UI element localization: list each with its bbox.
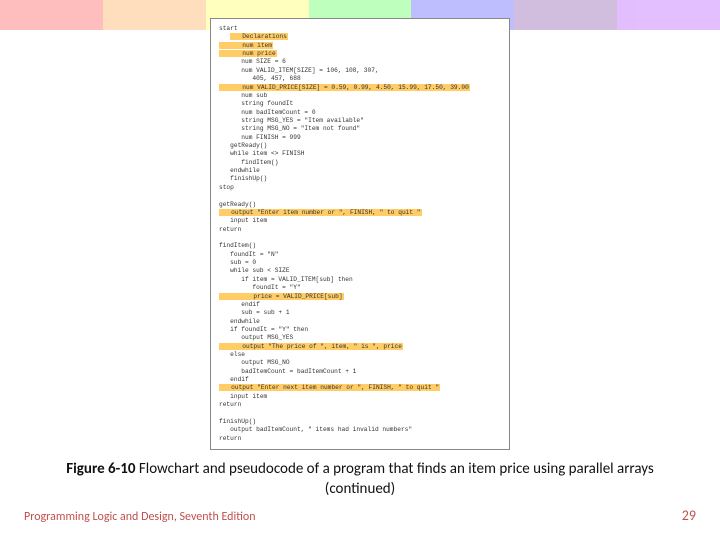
code-line: output MSG_NO bbox=[219, 359, 290, 366]
figure-label: Figure 6-10 bbox=[66, 460, 135, 478]
code-line: getReady() bbox=[219, 142, 267, 149]
page-number: 29 bbox=[682, 507, 696, 524]
code-line: string MSG_NO = "Item not found" bbox=[219, 125, 360, 132]
code-line: output badItemCount, " items had invalid… bbox=[219, 426, 412, 433]
code-line-hl: Declarations bbox=[230, 33, 288, 40]
slide: start Declarations num item num price nu… bbox=[0, 0, 720, 540]
code-line: return bbox=[219, 435, 241, 442]
code-line: num badItemCount = 0 bbox=[219, 109, 316, 116]
code-line: foundIt = "Y" bbox=[219, 284, 301, 291]
figure-caption: Figure 6-10 Flowchart and pseudocode of … bbox=[0, 460, 720, 499]
code-line: return bbox=[219, 226, 241, 233]
code-line: endwhile bbox=[219, 167, 260, 174]
code-line: 405, 457, 688 bbox=[219, 75, 301, 82]
code-line: input item bbox=[219, 393, 267, 400]
code-line: endif bbox=[219, 301, 260, 308]
code-line: endif bbox=[219, 376, 249, 383]
code-line: if foundIt = "Y" then bbox=[219, 326, 308, 333]
code-line: if item = VALID_ITEM[sub] then bbox=[219, 276, 353, 283]
footer-book-title: Programming Logic and Design, Seventh Ed… bbox=[24, 510, 256, 524]
code-line: while sub < SIZE bbox=[219, 267, 290, 274]
code-line: while item <> FINISH bbox=[219, 150, 304, 157]
code-line: sub = sub + 1 bbox=[219, 309, 290, 316]
code-line: input item bbox=[219, 217, 267, 224]
code-line: findItem() bbox=[219, 159, 278, 166]
code-line: badItemCount = badItemCount + 1 bbox=[219, 368, 356, 375]
code-line: return bbox=[219, 401, 241, 408]
code-line: string MSG_YES = "Item available" bbox=[219, 117, 364, 124]
code-line: num VALID_ITEM[SIZE] = 106, 108, 307, bbox=[219, 67, 379, 74]
code-line: output MSG_YES bbox=[219, 334, 293, 341]
code-line: num sub bbox=[219, 92, 267, 99]
code-line: string foundIt bbox=[219, 100, 293, 107]
code-line-hl: output "Enter item number or ", FINISH, … bbox=[219, 209, 422, 216]
code-line-hl: output "The price of ", item, " is ", pr… bbox=[219, 343, 403, 350]
code-line-hl: output "Enter next item number or ", FIN… bbox=[219, 384, 440, 391]
code-line: else bbox=[219, 351, 245, 358]
code-line: finishUp() bbox=[219, 175, 267, 182]
code-line-hl: num item bbox=[219, 42, 273, 49]
code-line: getReady() bbox=[219, 201, 256, 208]
figure-text: Flowchart and pseudocode of a program th… bbox=[135, 460, 653, 498]
code-line: endwhile bbox=[219, 318, 260, 325]
code-line: sub = 0 bbox=[219, 259, 256, 266]
pseudocode-box: start Declarations num item num price nu… bbox=[210, 18, 510, 450]
code-line: foundIt = "N" bbox=[219, 251, 278, 258]
code-line: finishUp() bbox=[219, 418, 256, 425]
code-line: num SIZE = 6 bbox=[219, 58, 286, 65]
code-line-hl: num VALID_PRICE[SIZE] = 0.59, 0.99, 4.50… bbox=[219, 84, 470, 91]
code-line-hl: price = VALID_PRICE[sub] bbox=[219, 293, 344, 300]
code-line: findItem() bbox=[219, 242, 256, 249]
code-line: num FINISH = 999 bbox=[219, 134, 301, 141]
code-line: start bbox=[219, 25, 238, 32]
code-line: stop bbox=[219, 184, 234, 191]
code-line-hl: num price bbox=[219, 50, 277, 57]
